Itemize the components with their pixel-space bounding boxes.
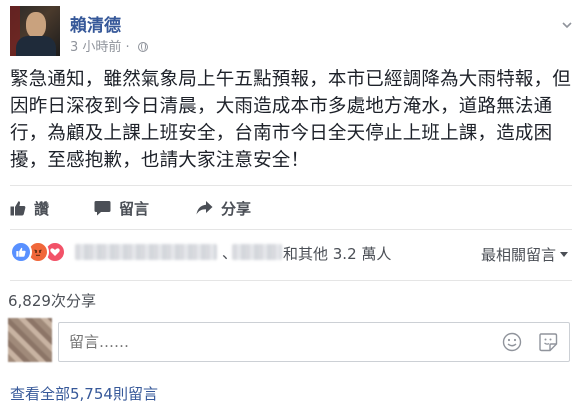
caret-down-icon [560, 252, 568, 257]
like-label: 讚 [34, 199, 50, 218]
reaction-count-text[interactable]: 和其他 3.2 萬人 [283, 243, 391, 264]
author-avatar[interactable] [10, 6, 60, 56]
comment-sort-dropdown[interactable]: 最相關留言 [481, 244, 568, 265]
share-count[interactable]: 6,829次分享 [8, 290, 96, 311]
commenter-avatar [8, 318, 52, 362]
reaction-summary[interactable] [10, 241, 66, 263]
post-meta: 3 小時前 · [70, 36, 148, 55]
thumbs-up-icon [10, 201, 26, 216]
divider [10, 229, 572, 230]
post-timestamp[interactable]: 3 小時前 [70, 40, 121, 55]
share-button[interactable]: 分享 [196, 196, 251, 220]
divider [10, 185, 572, 186]
view-all-comments-link[interactable]: 查看全部5,754則留言 [10, 383, 158, 404]
post-body-text: 緊急通知，雖然氣象局上午五點預報，本市已經調降為大雨特報，但因昨日深夜到今日清晨… [10, 69, 572, 171]
sticker-icon[interactable] [538, 332, 558, 352]
facebook-post: 賴清德 3 小時前 · 緊急通知，雖然氣象局上午五點預報，本市已經調降為大雨特報… [0, 0, 582, 412]
share-arrow-icon [196, 201, 213, 215]
emoji-icon[interactable] [502, 332, 522, 352]
comment-button[interactable]: 留言 [94, 196, 149, 220]
like-icon [10, 241, 32, 263]
blurred-name[interactable] [232, 244, 282, 260]
sort-label: 最相關留言 [480, 246, 556, 264]
divider [10, 280, 572, 281]
comment-label: 留言 [119, 199, 150, 218]
like-button[interactable]: 讚 [10, 196, 49, 220]
blurred-name[interactable] [75, 244, 217, 260]
meta-separator: · [125, 40, 130, 55]
author-name[interactable]: 賴清德 [70, 11, 121, 36]
chevron-down-icon[interactable] [562, 20, 572, 30]
comment-input[interactable] [58, 322, 570, 362]
globe-icon [137, 42, 148, 52]
share-label: 分享 [221, 199, 252, 218]
comment-bubble-icon [94, 201, 111, 216]
